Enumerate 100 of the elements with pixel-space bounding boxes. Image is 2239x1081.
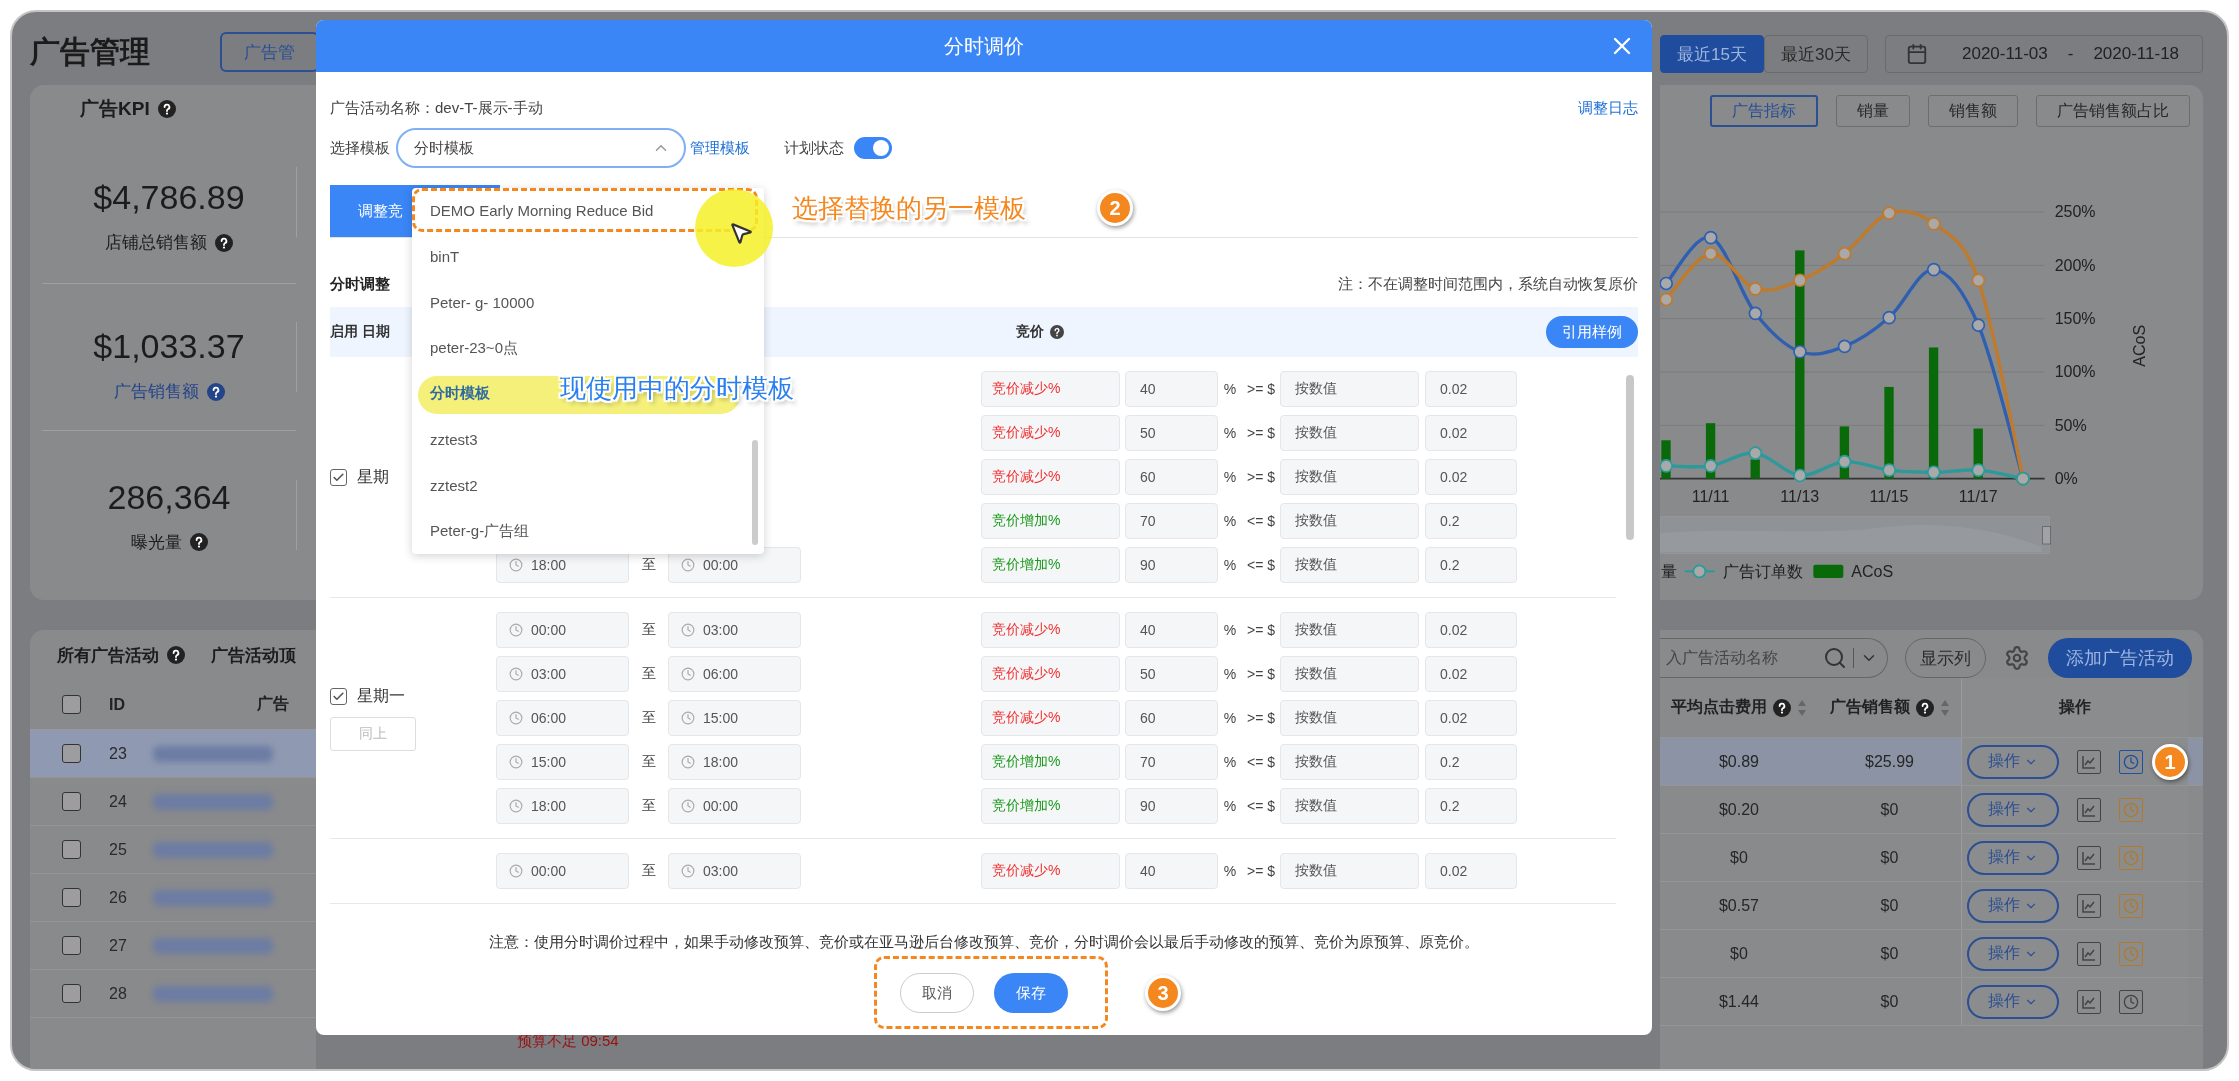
unit-label: % (1222, 710, 1238, 726)
table-title: 所有广告活动 (57, 644, 159, 667)
column-header: ID (109, 695, 125, 714)
unit-label: % (1222, 557, 1238, 573)
kpi-label: 曝光量 (130, 531, 182, 554)
time-value: 06:00 (703, 666, 739, 682)
condition-label: <= $ (1246, 513, 1276, 529)
unit-label: % (1222, 622, 1238, 638)
kpi-label: 店铺总销售额 (105, 232, 207, 254)
dialog-title: 分时调价 (944, 33, 1024, 59)
time-value: 00:00 (531, 622, 567, 638)
field-label: 计划状态 (784, 138, 844, 158)
time-value: 00:00 (703, 557, 739, 573)
table-cell: $0.89 (1718, 752, 1759, 771)
table-cell: $0.20 (1718, 800, 1759, 819)
end-date: 2020-11-18 (2093, 44, 2180, 64)
table-cell: $25.99 (1865, 752, 1914, 771)
axis-title: ACoS (2131, 324, 2149, 367)
notice-text: 注：不在调整时间范围内，系统自动恢复原价 (1338, 274, 1638, 294)
axis-tick-label: 150% (2054, 310, 2096, 327)
date-separator: - (2067, 44, 2074, 64)
time-value: 18:00 (531, 798, 567, 814)
time-value: 18:00 (703, 754, 739, 770)
table-cell-text: 25 (109, 840, 128, 859)
condition-label: <= $ (1246, 557, 1276, 573)
table-cell: $0 (1880, 992, 1899, 1011)
kpi-value: 286,364 (107, 477, 231, 517)
range-separator: 至 (640, 862, 657, 880)
table-cell-text: 28 (109, 984, 128, 1003)
condition-label: <= $ (1246, 754, 1276, 770)
legend-label: 量 (1661, 563, 1678, 581)
day-label: 星期一 (357, 685, 405, 706)
unit-label: % (1222, 425, 1238, 441)
axis-tick-label: 11/13 (1780, 488, 1820, 505)
time-value: 15:00 (531, 754, 567, 770)
axis-tick-label: 100% (2054, 363, 2096, 381)
range-separator: 至 (640, 753, 657, 771)
axis-tick-label: 0% (2054, 470, 2078, 487)
range-separator: 至 (640, 665, 657, 683)
condition-label: >= $ (1246, 469, 1276, 485)
time-value: 00:00 (531, 863, 567, 879)
section-title: 分时调整 (330, 274, 390, 294)
time-value: 03:00 (703, 863, 739, 879)
range-separator: 至 (640, 621, 657, 639)
range-separator: 至 (640, 709, 657, 727)
time-value: 18:00 (531, 557, 567, 573)
table-cell-text: 27 (109, 936, 128, 955)
column-header: 平均点击费用 (1671, 697, 1767, 717)
kpi-label: 广告销售额 (113, 381, 199, 403)
time-value: 03:00 (703, 622, 739, 638)
kpi-value: $4,786.89 (93, 178, 245, 217)
axis-tick-label: 11/15 (1869, 488, 1909, 505)
condition-label: >= $ (1246, 425, 1276, 441)
column-header: 广告 (257, 694, 289, 714)
time-value: 06:00 (531, 710, 567, 726)
unit-label: % (1222, 754, 1238, 770)
table-cell: $0 (1880, 896, 1899, 915)
filter-label: 广告活动顶 (211, 644, 296, 667)
page-title: 广告管理 (30, 33, 150, 70)
condition-label: >= $ (1246, 381, 1276, 397)
card-title: 广告KPI (80, 97, 150, 121)
table-cell: $0 (1730, 848, 1748, 867)
axis-tick-label: 11/11 (1691, 488, 1730, 505)
condition-label: >= $ (1246, 863, 1276, 879)
campaign-name: 广告活动名称：dev-T-展示-手动 (330, 98, 543, 118)
column-header: 启用 日期 (330, 323, 390, 341)
table-cell: $0 (1880, 944, 1899, 963)
time-value: 00:00 (703, 798, 739, 814)
unit-label: % (1222, 381, 1238, 397)
time-value: 15:00 (703, 710, 739, 726)
table-cell: $1.44 (1718, 992, 1759, 1011)
condition-label: >= $ (1246, 622, 1276, 638)
unit-label: % (1222, 666, 1238, 682)
axis-tick-label: 11/17 (1958, 488, 1998, 505)
callout-text: 选择替换的另一模板 (792, 192, 1026, 225)
condition-label: >= $ (1246, 710, 1276, 726)
table-cell: $0 (1730, 944, 1748, 963)
unit-label: % (1222, 863, 1238, 879)
table-cell-text: 23 (109, 744, 128, 763)
unit-label: % (1222, 469, 1238, 485)
range-separator: 至 (640, 797, 657, 815)
field-label: 选择模板 (330, 138, 390, 158)
table-cell: $0 (1880, 800, 1899, 819)
table-cell: $0 (1880, 848, 1899, 867)
legend-label: ACoS (1851, 563, 1894, 581)
condition-label: >= $ (1246, 666, 1276, 682)
table-cell-text: 26 (109, 888, 128, 907)
day-label: 星期 (357, 466, 389, 487)
axis-tick-label: 200% (2054, 256, 2096, 274)
table-cell: $0.57 (1718, 896, 1759, 915)
condition-label: <= $ (1246, 798, 1276, 814)
column-header: 竞价 (1015, 323, 1044, 341)
range-separator: 至 (640, 556, 657, 574)
unit-label: % (1222, 513, 1238, 529)
column-header: 操作 (2059, 697, 2091, 717)
start-date: 2020-11-03 (1962, 44, 2048, 64)
legend-label: 广告订单数 (1722, 563, 1803, 581)
time-value: 03:00 (531, 666, 567, 682)
unit-label: % (1222, 798, 1238, 814)
column-header: 广告销售额 (1829, 697, 1910, 717)
